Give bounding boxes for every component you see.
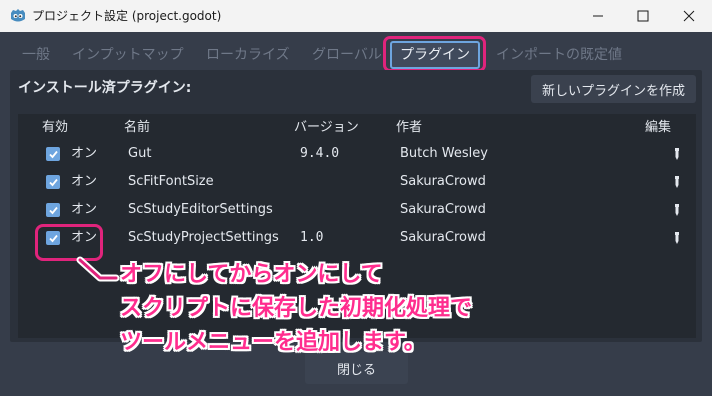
close-window-button[interactable] <box>666 0 712 32</box>
annotation-line: オフにしてからオンにして <box>120 262 383 287</box>
column-edit: 編集 <box>645 120 672 135</box>
create-plugin-button[interactable]: 新しいプラグインを作成 <box>531 75 696 103</box>
tab-highlight-frame <box>383 36 486 72</box>
check-icon <box>48 206 58 214</box>
enabled-checkbox[interactable] <box>46 175 60 189</box>
edit-icon[interactable] <box>672 203 682 217</box>
plugin-version: 9.4.0 <box>300 146 340 161</box>
plugin-author: SakuraCrowd <box>400 202 486 217</box>
check-icon <box>48 150 58 158</box>
enabled-checkbox[interactable] <box>46 147 60 161</box>
enabled-state: オン <box>71 146 98 161</box>
minimize-button[interactable] <box>575 0 621 32</box>
plugin-name: Gut <box>128 146 152 161</box>
title-bar: プロジェクト設定 (project.godot) <box>0 0 712 32</box>
enabled-state: オン <box>71 174 98 189</box>
plugin-name: ScStudyProjectSettings <box>128 230 279 245</box>
tab-localization[interactable]: ローカライズ <box>206 44 290 66</box>
window-title: プロジェクト設定 (project.godot) <box>32 9 222 23</box>
plugin-author: SakuraCrowd <box>400 230 486 245</box>
tab-import-defaults[interactable]: インポートの既定値 <box>496 44 622 66</box>
maximize-button[interactable] <box>620 0 666 32</box>
annotation-line: スクリプトに保存した初期化処理で <box>120 296 473 321</box>
plugin-version: 1.0 <box>300 230 324 245</box>
settings-tabs: 一般 インプットマップ ローカライズ グローバル プラグイン インポートの既定値 <box>10 38 700 70</box>
enabled-state: オン <box>71 202 98 217</box>
close-icon <box>683 10 695 22</box>
annotation-line: ツールメニューを追加します。 <box>120 330 426 355</box>
installed-plugins-title: インストール済プラグイン: <box>18 80 192 96</box>
godot-app-icon <box>11 9 25 22</box>
column-version: バージョン <box>294 120 359 135</box>
plugin-author: SakuraCrowd <box>400 174 486 189</box>
tab-input-map[interactable]: インプットマップ <box>72 44 184 66</box>
column-author: 作者 <box>396 120 423 135</box>
column-enabled: 有効 <box>42 120 69 135</box>
maximize-icon <box>637 10 649 22</box>
edit-icon[interactable] <box>672 231 682 245</box>
tab-globals[interactable]: グローバル <box>312 44 382 66</box>
table-row[interactable]: オン ScStudyEditorSettings SakuraCrowd <box>18 196 696 224</box>
annotation-text: オフにしてからオンにして スクリプトに保存した初期化処理で ツールメニューを追加… <box>120 258 472 360</box>
minimize-icon <box>593 15 603 17</box>
table-row[interactable]: オン ScFitFontSize SakuraCrowd <box>18 168 696 196</box>
plugin-name: ScFitFontSize <box>128 174 214 189</box>
column-name: 名前 <box>124 120 151 135</box>
tab-general[interactable]: 一般 <box>22 44 50 66</box>
plugin-author: Butch Wesley <box>400 146 488 161</box>
edit-icon[interactable] <box>672 175 682 189</box>
edit-icon[interactable] <box>672 147 682 161</box>
table-row[interactable]: オン ScStudyProjectSettings 1.0 SakuraCrow… <box>18 224 696 252</box>
enabled-checkbox[interactable] <box>46 203 60 217</box>
plugin-name: ScStudyEditorSettings <box>128 202 273 217</box>
check-icon <box>48 178 58 186</box>
row-highlight-frame <box>35 224 103 261</box>
table-row[interactable]: オン Gut 9.4.0 Butch Wesley <box>18 140 696 168</box>
